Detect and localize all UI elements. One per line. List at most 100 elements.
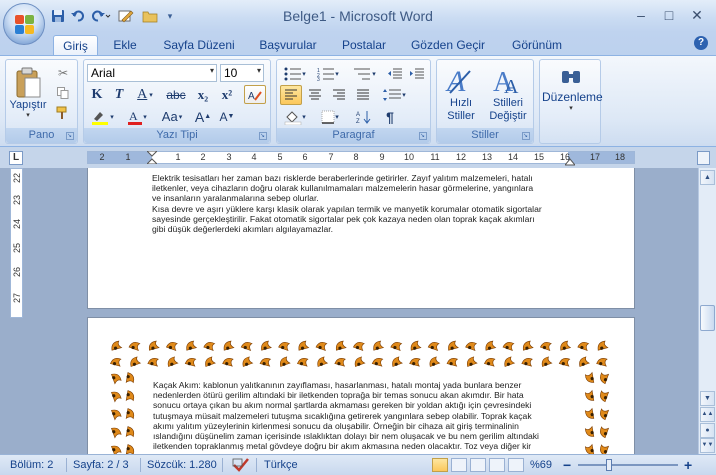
office-button[interactable]	[3, 3, 45, 45]
zoom-slider-thumb[interactable]	[606, 459, 612, 471]
browse-object-icon[interactable]: ●	[700, 423, 715, 438]
scroll-thumb[interactable]	[700, 305, 715, 331]
svg-text:A: A	[445, 65, 466, 97]
multilevel-list-button[interactable]: ▾	[347, 64, 381, 83]
language-indicator[interactable]: Türkçe	[264, 459, 298, 471]
font-size-select[interactable]: 10 ▾	[220, 64, 264, 82]
editing-button[interactable]: Düzenleme ▾	[542, 62, 603, 126]
next-page-icon[interactable]: ▼▼	[700, 438, 715, 453]
print-layout-view-button[interactable]	[432, 458, 448, 472]
italic-button[interactable]: T	[109, 85, 129, 104]
proofing-icon[interactable]	[232, 457, 250, 475]
bullets-button[interactable]: ▾	[280, 64, 310, 83]
ruler-number: 25	[12, 243, 22, 254]
horizontal-ruler[interactable]: 2 1 1 2 3 4 5 6 7 8 9 10 11 12 13 14 15 …	[87, 151, 635, 166]
title-bar: ▾ Belge1 - Microsoft Word – □ ✕	[0, 0, 716, 32]
document-area[interactable]: Elektrik tesisatları her zaman bazı risk…	[0, 168, 698, 454]
clipboard-launcher-icon[interactable]: ↘	[66, 132, 74, 140]
copy-icon[interactable]	[54, 84, 72, 102]
font-launcher-icon[interactable]: ↘	[259, 132, 267, 140]
page-2[interactable]: Kaçak Akım: kablonun yalıtkanının zayıfl…	[87, 317, 635, 454]
tab-gorunum[interactable]: Görünüm	[503, 35, 571, 55]
superscript-button[interactable]: x²	[216, 85, 238, 104]
align-right-button[interactable]	[328, 85, 350, 105]
font-color-button[interactable]: A ▾	[122, 107, 152, 126]
clear-formatting-button[interactable]: A	[244, 85, 266, 104]
status-bar: Bölüm: 2 Sayfa: 2 / 3 Sözcük: 1.280 Türk…	[0, 454, 716, 475]
line-spacing-button[interactable]: ▾	[379, 85, 409, 105]
strikethrough-button[interactable]: abc	[164, 85, 188, 104]
tab-ekle[interactable]: Ekle	[103, 35, 147, 55]
grow-font-button[interactable]: A ▲	[192, 107, 214, 126]
zoom-level[interactable]: %69	[530, 459, 552, 471]
indent-marker-icon[interactable]	[147, 151, 157, 164]
shading-button[interactable]: ▾	[280, 107, 310, 126]
increase-indent-button[interactable]	[407, 64, 427, 83]
ruler-number: 1	[175, 152, 181, 162]
underline-button[interactable]: A ▾	[132, 85, 158, 104]
show-marks-button[interactable]: ¶	[379, 107, 401, 126]
draft-view-button[interactable]	[508, 458, 524, 472]
ruler-number: 4	[251, 152, 257, 162]
tab-gozden-gecir[interactable]: Gözden Geçir	[405, 35, 491, 55]
zoom-slider[interactable]	[578, 464, 678, 466]
ruler-number: 3	[226, 152, 232, 162]
word-count[interactable]: Sözcük: 1.280	[147, 459, 217, 471]
clipboard-group: Yapıştır ▾ ✂ Pano ↘	[5, 59, 78, 144]
sort-button[interactable]: AZ	[353, 107, 375, 126]
vertical-ruler[interactable]: 22 23 24 25 26 27	[10, 168, 23, 318]
change-styles-button[interactable]: AA Stilleri Değiştir	[485, 62, 531, 126]
view-ruler-icon[interactable]	[697, 151, 710, 165]
decrease-indent-button[interactable]	[385, 64, 405, 83]
change-styles-label: Stilleri Değiştir	[489, 97, 527, 122]
full-screen-reading-view-button[interactable]	[451, 458, 467, 472]
ruler-number: 13	[481, 152, 493, 162]
ruler-number: 6	[302, 152, 308, 162]
scroll-up-icon[interactable]: ▲	[700, 170, 715, 185]
previous-page-icon[interactable]: ▲▲	[700, 407, 715, 422]
cut-icon[interactable]: ✂	[54, 64, 72, 82]
svg-text:A: A	[356, 112, 360, 118]
styles-group: A Hızlı Stiller AA Stilleri Değiştir Sti…	[436, 59, 534, 144]
align-center-button[interactable]	[304, 85, 326, 105]
paragraph-launcher-icon[interactable]: ↘	[419, 132, 427, 140]
page-1[interactable]: Elektrik tesisatları her zaman bazı risk…	[87, 168, 635, 309]
web-layout-view-button[interactable]	[470, 458, 486, 472]
quick-styles-button[interactable]: A Hızlı Stiller	[439, 62, 483, 126]
font-group-label: Yazı Tipi	[84, 128, 270, 143]
bold-button[interactable]: K	[87, 85, 107, 104]
subscript-button[interactable]: x₂	[192, 85, 214, 104]
styles-launcher-icon[interactable]: ↘	[522, 132, 530, 140]
tab-giris[interactable]: Giriş	[53, 35, 98, 55]
justify-button[interactable]	[352, 85, 374, 105]
maximize-button[interactable]: □	[656, 4, 682, 26]
ribbon-tabs: Giriş Ekle Sayfa Düzeni Başvurular Posta…	[0, 32, 716, 55]
tab-stop-selector[interactable]: L	[9, 151, 23, 165]
paragraph-group: ▾ 1 2 3 ▾ ▾ ▾ ▾ ▾ AZ ¶ Paragraf ↘	[276, 59, 431, 144]
change-case-button[interactable]: Aa ▾	[156, 107, 188, 126]
tab-sayfa-duzeni[interactable]: Sayfa Düzeni	[155, 35, 243, 55]
paste-icon	[16, 67, 41, 98]
close-button[interactable]: ✕	[684, 4, 710, 26]
borders-button[interactable]: ▾	[315, 107, 345, 126]
help-icon[interactable]: ?	[694, 36, 708, 50]
scroll-down-icon[interactable]: ▼	[700, 391, 715, 406]
tab-postalar[interactable]: Postalar	[336, 35, 392, 55]
zoom-in-button[interactable]: +	[684, 457, 692, 473]
outline-view-button[interactable]	[489, 458, 505, 472]
zoom-out-button[interactable]: −	[563, 457, 571, 473]
format-painter-icon[interactable]	[54, 104, 72, 122]
section-indicator[interactable]: Bölüm: 2	[10, 459, 53, 471]
paste-button[interactable]: Yapıştır ▾	[9, 62, 47, 124]
highlight-button[interactable]: ▾	[87, 107, 117, 126]
page-indicator[interactable]: Sayfa: 2 / 3	[73, 459, 129, 471]
minimize-button[interactable]: –	[628, 4, 654, 26]
align-left-button[interactable]	[280, 85, 302, 105]
tab-basvurular[interactable]: Başvurular	[252, 35, 324, 55]
shrink-font-button[interactable]: A ▼	[216, 107, 238, 126]
font-name-select[interactable]: Arial ▾	[87, 64, 217, 82]
window-title: Belge1 - Microsoft Word	[283, 8, 433, 24]
numbering-button[interactable]: 1 2 3 ▾	[313, 64, 343, 83]
vertical-scrollbar[interactable]: ▲ ▼ ▲▲ ● ▼▼	[698, 168, 716, 454]
right-indent-marker-icon[interactable]	[565, 153, 575, 166]
